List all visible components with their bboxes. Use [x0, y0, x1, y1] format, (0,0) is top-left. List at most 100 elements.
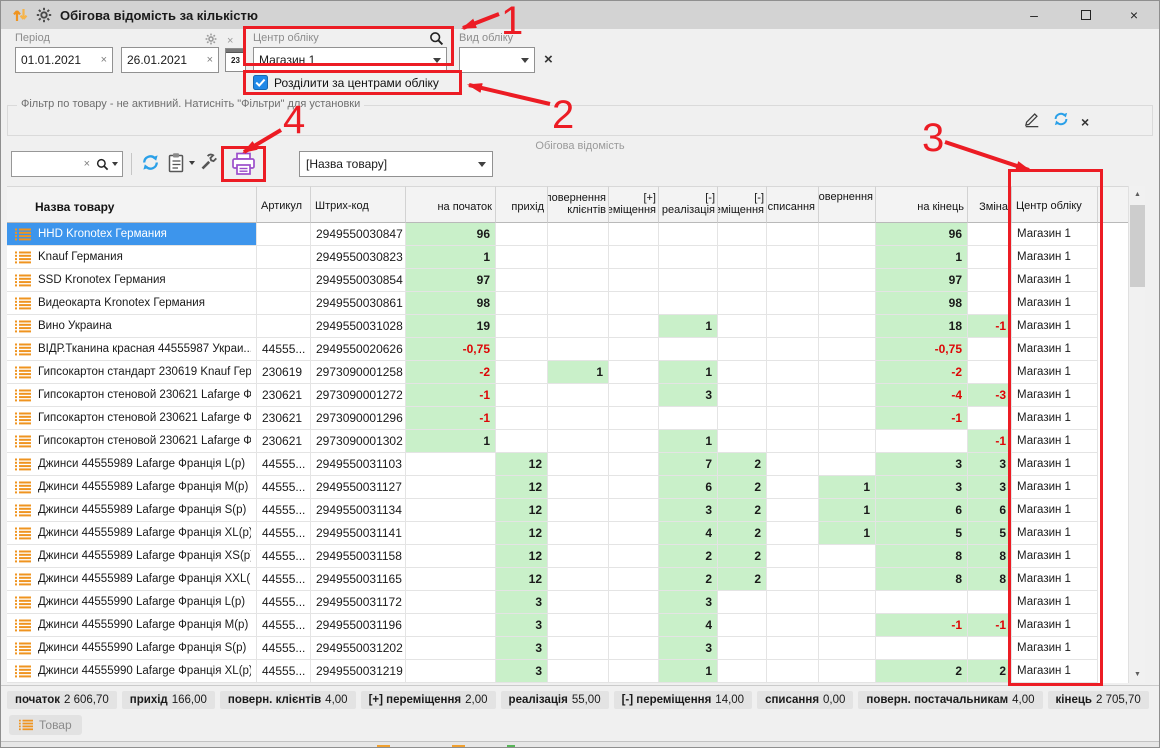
cell-article[interactable]: 44555...: [257, 338, 311, 361]
minimize-button[interactable]: –: [1017, 1, 1051, 29]
period-to-clear-icon[interactable]: ×: [203, 54, 213, 66]
cell-receipt[interactable]: 12: [496, 568, 548, 591]
table-row[interactable]: Джинси 44555989 Lafarge Франція XL(р)445…: [7, 522, 1128, 545]
cell-move_plus[interactable]: [609, 660, 659, 683]
cell-return_suppliers[interactable]: [819, 430, 876, 453]
period-clear-icon[interactable]: ×: [227, 35, 233, 47]
cell-end[interactable]: -1: [876, 614, 968, 637]
cell-article[interactable]: 230621: [257, 384, 311, 407]
cell-return_clients[interactable]: [548, 292, 609, 315]
cell-return_clients[interactable]: [548, 338, 609, 361]
cell-end[interactable]: 8: [876, 545, 968, 568]
cell-sale[interactable]: 7: [659, 453, 718, 476]
table-row[interactable]: Джинси 44555990 Lafarge Франція S(р)4455…: [7, 637, 1128, 660]
cell-start[interactable]: [406, 568, 496, 591]
cell-end[interactable]: 97: [876, 269, 968, 292]
cell-move_plus[interactable]: [609, 614, 659, 637]
cell-return_clients[interactable]: 1: [548, 361, 609, 384]
cell-start[interactable]: [406, 637, 496, 660]
cell-name[interactable]: Knauf Германия: [7, 246, 257, 269]
cell-change[interactable]: 8: [968, 568, 1012, 591]
cell-return_clients[interactable]: [548, 591, 609, 614]
table-row[interactable]: Гипсокартон стеновой 230621 Lafarge Ф...…: [7, 384, 1128, 407]
cell-writeoff[interactable]: [767, 407, 819, 430]
scrollbar-thumb[interactable]: [1130, 205, 1145, 287]
cell-writeoff[interactable]: [767, 246, 819, 269]
cell-end[interactable]: -2: [876, 361, 968, 384]
cell-name[interactable]: Джинси 44555989 Lafarge Франція M(р): [7, 476, 257, 499]
cell-return_clients[interactable]: [548, 522, 609, 545]
cell-sale[interactable]: 3: [659, 384, 718, 407]
cell-name[interactable]: Гипсокартон стеновой 230621 Lafarge Ф...: [7, 384, 257, 407]
cell-start[interactable]: 97: [406, 269, 496, 292]
cell-change[interactable]: [968, 361, 1012, 384]
cell-start[interactable]: 1: [406, 246, 496, 269]
cell-return_suppliers[interactable]: [819, 545, 876, 568]
cell-change[interactable]: 3: [968, 453, 1012, 476]
cell-start[interactable]: [406, 545, 496, 568]
table-row[interactable]: Джинси 44555989 Lafarge Франція M(р)4455…: [7, 476, 1128, 499]
cell-start[interactable]: [406, 660, 496, 683]
column-header-article[interactable]: Артикул: [257, 186, 311, 223]
cell-name[interactable]: Джинси 44555990 Lafarge Франція L(р): [7, 591, 257, 614]
cell-name[interactable]: Гипсокартон стандарт 230619 Knauf Гер...: [7, 361, 257, 384]
cell-move_plus[interactable]: [609, 568, 659, 591]
cell-move_minus[interactable]: 2: [718, 476, 767, 499]
cell-return_suppliers[interactable]: [819, 246, 876, 269]
cell-move_plus[interactable]: [609, 223, 659, 246]
split-by-centers-checkbox[interactable]: Розділити за центрами обліку: [253, 75, 439, 90]
cell-writeoff[interactable]: [767, 453, 819, 476]
cell-change[interactable]: -1: [968, 315, 1012, 338]
scroll-down-icon[interactable]: ▼: [1129, 666, 1146, 683]
cell-change[interactable]: [968, 338, 1012, 361]
scroll-up-icon[interactable]: ▲: [1129, 186, 1146, 203]
cell-return_clients[interactable]: [548, 545, 609, 568]
table-row[interactable]: HHD Kronotex Германия29495500308479696Ма…: [7, 223, 1128, 246]
cell-center[interactable]: Магазин 1: [1012, 545, 1098, 568]
cell-return_suppliers[interactable]: [819, 315, 876, 338]
cell-change[interactable]: [968, 223, 1012, 246]
cell-return_clients[interactable]: [548, 614, 609, 637]
cell-center[interactable]: Магазин 1: [1012, 292, 1098, 315]
cell-end[interactable]: 2: [876, 660, 968, 683]
cell-barcode[interactable]: 2949550031219: [311, 660, 406, 683]
quick-search-input[interactable]: ×: [11, 151, 123, 177]
vertical-scrollbar[interactable]: ▲ ▼: [1128, 186, 1145, 683]
cell-start[interactable]: [406, 453, 496, 476]
cell-barcode[interactable]: 2949550031158: [311, 545, 406, 568]
period-from-input[interactable]: 01.01.2021 ×: [15, 47, 113, 73]
cell-move_minus[interactable]: [718, 660, 767, 683]
cell-sale[interactable]: [659, 338, 718, 361]
cell-center[interactable]: Магазин 1: [1012, 361, 1098, 384]
cell-center[interactable]: Магазин 1: [1012, 522, 1098, 545]
cell-move_plus[interactable]: [609, 338, 659, 361]
column-header-name[interactable]: Назва товару: [7, 186, 257, 223]
cell-article[interactable]: 44555...: [257, 568, 311, 591]
cell-barcode[interactable]: 2949550031134: [311, 499, 406, 522]
table-row[interactable]: Джинси 44555990 Lafarge Франція L(р)4455…: [7, 591, 1128, 614]
cell-article[interactable]: 44555...: [257, 660, 311, 683]
table-row[interactable]: Джинси 44555990 Lafarge Франція M(р)4455…: [7, 614, 1128, 637]
cell-article[interactable]: 44555...: [257, 453, 311, 476]
cell-writeoff[interactable]: [767, 269, 819, 292]
cell-barcode[interactable]: 2949550031202: [311, 637, 406, 660]
cell-return_clients[interactable]: [548, 269, 609, 292]
cell-barcode[interactable]: 2949550031141: [311, 522, 406, 545]
cell-name[interactable]: Джинси 44555989 Lafarge Франція S(р): [7, 499, 257, 522]
cell-move_plus[interactable]: [609, 476, 659, 499]
cell-start[interactable]: [406, 614, 496, 637]
cell-change[interactable]: [968, 637, 1012, 660]
accounting-view-dropdown[interactable]: [459, 47, 535, 73]
refresh-icon[interactable]: [140, 152, 161, 173]
cell-name[interactable]: ВІДР.Тканина красная 44555987 Украи...: [7, 338, 257, 361]
cell-sale[interactable]: 4: [659, 614, 718, 637]
cell-end[interactable]: -4: [876, 384, 968, 407]
cell-barcode[interactable]: 2949550031165: [311, 568, 406, 591]
cell-receipt[interactable]: [496, 315, 548, 338]
column-header-start[interactable]: на початок: [406, 186, 496, 223]
cell-writeoff[interactable]: [767, 522, 819, 545]
cell-change[interactable]: 5: [968, 522, 1012, 545]
cell-change[interactable]: [968, 292, 1012, 315]
cell-move_plus[interactable]: [609, 499, 659, 522]
cell-center[interactable]: Магазин 1: [1012, 430, 1098, 453]
